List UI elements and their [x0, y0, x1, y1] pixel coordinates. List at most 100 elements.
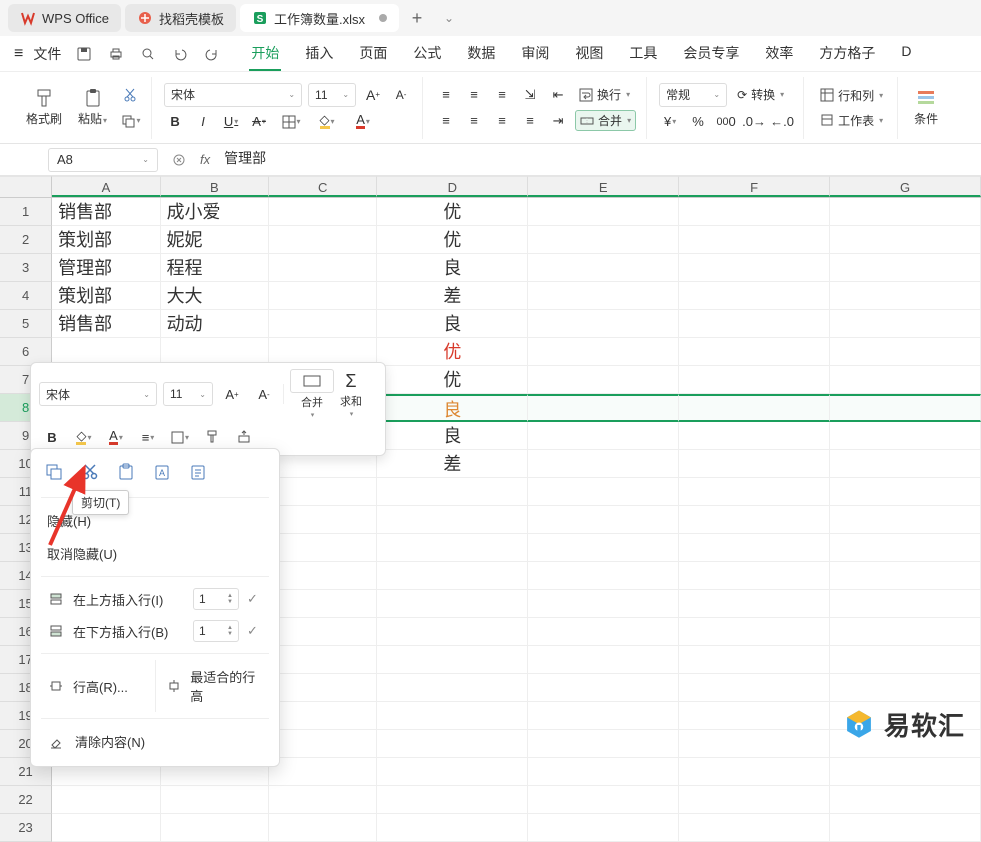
- increase-font-icon[interactable]: A+: [362, 84, 384, 106]
- cell[interactable]: [679, 786, 830, 814]
- cell[interactable]: [269, 198, 377, 226]
- cell[interactable]: [269, 506, 377, 534]
- cell[interactable]: 优: [377, 366, 528, 394]
- cell[interactable]: 策划部: [52, 282, 160, 310]
- cell[interactable]: [377, 478, 528, 506]
- tab-view[interactable]: 视图: [573, 37, 605, 71]
- cell[interactable]: [528, 254, 679, 282]
- col-header-c[interactable]: C: [269, 176, 377, 197]
- cell[interactable]: [528, 534, 679, 562]
- row-col-button[interactable]: 行和列▾: [816, 85, 887, 106]
- cell[interactable]: [528, 198, 679, 226]
- cell[interactable]: 动动: [161, 310, 269, 338]
- cell[interactable]: [830, 534, 981, 562]
- cell[interactable]: 差: [377, 282, 528, 310]
- align-middle-icon[interactable]: ≡: [463, 84, 485, 106]
- cell[interactable]: [830, 394, 981, 422]
- tab-insert[interactable]: 插入: [303, 37, 335, 71]
- cell[interactable]: [269, 562, 377, 590]
- ctx-row-height[interactable]: 行高(R)...: [37, 660, 155, 712]
- cell[interactable]: [830, 422, 981, 450]
- cell[interactable]: 良: [377, 310, 528, 338]
- ctx-insert-below[interactable]: 在下方插入行(B) 1▲▼ ✓: [37, 615, 273, 647]
- cell[interactable]: [679, 282, 830, 310]
- cell[interactable]: [679, 394, 830, 422]
- row-header[interactable]: 5: [0, 310, 52, 338]
- name-box[interactable]: A8 ⌄: [48, 148, 158, 172]
- cell[interactable]: [528, 674, 679, 702]
- cell[interactable]: [161, 786, 269, 814]
- mini-size-select[interactable]: 11⌄: [163, 382, 213, 406]
- row-header[interactable]: 1: [0, 198, 52, 226]
- ctx-cut-icon[interactable]: [79, 461, 101, 483]
- cell[interactable]: [830, 814, 981, 842]
- tab-data[interactable]: 数据: [465, 37, 497, 71]
- cell[interactable]: [528, 422, 679, 450]
- decrease-font-icon[interactable]: A-: [390, 84, 412, 106]
- cell[interactable]: [269, 590, 377, 618]
- align-bottom-icon[interactable]: ≡: [491, 84, 513, 106]
- redo-icon[interactable]: [201, 43, 223, 65]
- ctx-best-fit[interactable]: 最适合的行高: [156, 660, 274, 712]
- row-header[interactable]: 4: [0, 282, 52, 310]
- cell[interactable]: [528, 506, 679, 534]
- cell[interactable]: [830, 758, 981, 786]
- cell[interactable]: [679, 562, 830, 590]
- cell[interactable]: [528, 730, 679, 758]
- align-right-icon[interactable]: ≡: [491, 110, 513, 132]
- merge-cells-button[interactable]: 合并▾: [575, 110, 636, 131]
- cell[interactable]: 优: [377, 198, 528, 226]
- col-header-e[interactable]: E: [528, 176, 679, 197]
- cancel-formula-icon[interactable]: [168, 149, 190, 171]
- increase-decimal-icon[interactable]: .0→: [743, 111, 765, 133]
- cell[interactable]: [679, 730, 830, 758]
- cell[interactable]: [269, 310, 377, 338]
- cell[interactable]: [830, 590, 981, 618]
- percent-icon[interactable]: %: [687, 111, 709, 133]
- cell[interactable]: 管理部: [52, 254, 160, 282]
- cell[interactable]: [377, 618, 528, 646]
- cell[interactable]: 优: [377, 226, 528, 254]
- cell[interactable]: [269, 478, 377, 506]
- conditional-format-button[interactable]: 条件: [910, 86, 942, 129]
- cell[interactable]: [679, 310, 830, 338]
- cell[interactable]: [528, 226, 679, 254]
- app-tab[interactable]: WPS Office: [8, 4, 121, 32]
- insert-above-count[interactable]: 1▲▼: [193, 588, 239, 610]
- ctx-paste-special-icon[interactable]: [187, 461, 209, 483]
- cell[interactable]: [528, 282, 679, 310]
- cell[interactable]: 销售部: [52, 310, 160, 338]
- cell[interactable]: [830, 310, 981, 338]
- cell[interactable]: [269, 534, 377, 562]
- cell[interactable]: [679, 506, 830, 534]
- cell[interactable]: [679, 450, 830, 478]
- col-header-d[interactable]: D: [377, 176, 528, 197]
- cell[interactable]: 成小爱: [161, 198, 269, 226]
- cell[interactable]: 策划部: [52, 226, 160, 254]
- tab-list-button[interactable]: ⌄: [435, 4, 463, 32]
- cell[interactable]: [830, 618, 981, 646]
- cell[interactable]: [528, 702, 679, 730]
- file-tab[interactable]: S 工作簿数量.xlsx: [240, 4, 399, 32]
- cell[interactable]: [679, 590, 830, 618]
- cell[interactable]: [528, 646, 679, 674]
- cell[interactable]: [52, 814, 160, 842]
- cell[interactable]: [679, 674, 830, 702]
- check-icon[interactable]: ✓: [247, 623, 263, 639]
- col-header-g[interactable]: G: [830, 176, 981, 197]
- ctx-paste-icon[interactable]: [115, 461, 137, 483]
- file-menu[interactable]: 文件: [33, 44, 61, 64]
- col-header-a[interactable]: A: [52, 176, 160, 197]
- mini-format-painter-icon[interactable]: [199, 425, 225, 449]
- cell[interactable]: [269, 674, 377, 702]
- currency-icon[interactable]: ¥▾: [659, 111, 681, 133]
- cell[interactable]: [528, 450, 679, 478]
- cell[interactable]: [269, 814, 377, 842]
- cell[interactable]: [269, 646, 377, 674]
- cell[interactable]: [679, 534, 830, 562]
- cell[interactable]: [269, 618, 377, 646]
- underline-icon[interactable]: U▾: [220, 111, 242, 133]
- cell[interactable]: [830, 198, 981, 226]
- new-tab-button[interactable]: +: [403, 4, 431, 32]
- cell[interactable]: [269, 702, 377, 730]
